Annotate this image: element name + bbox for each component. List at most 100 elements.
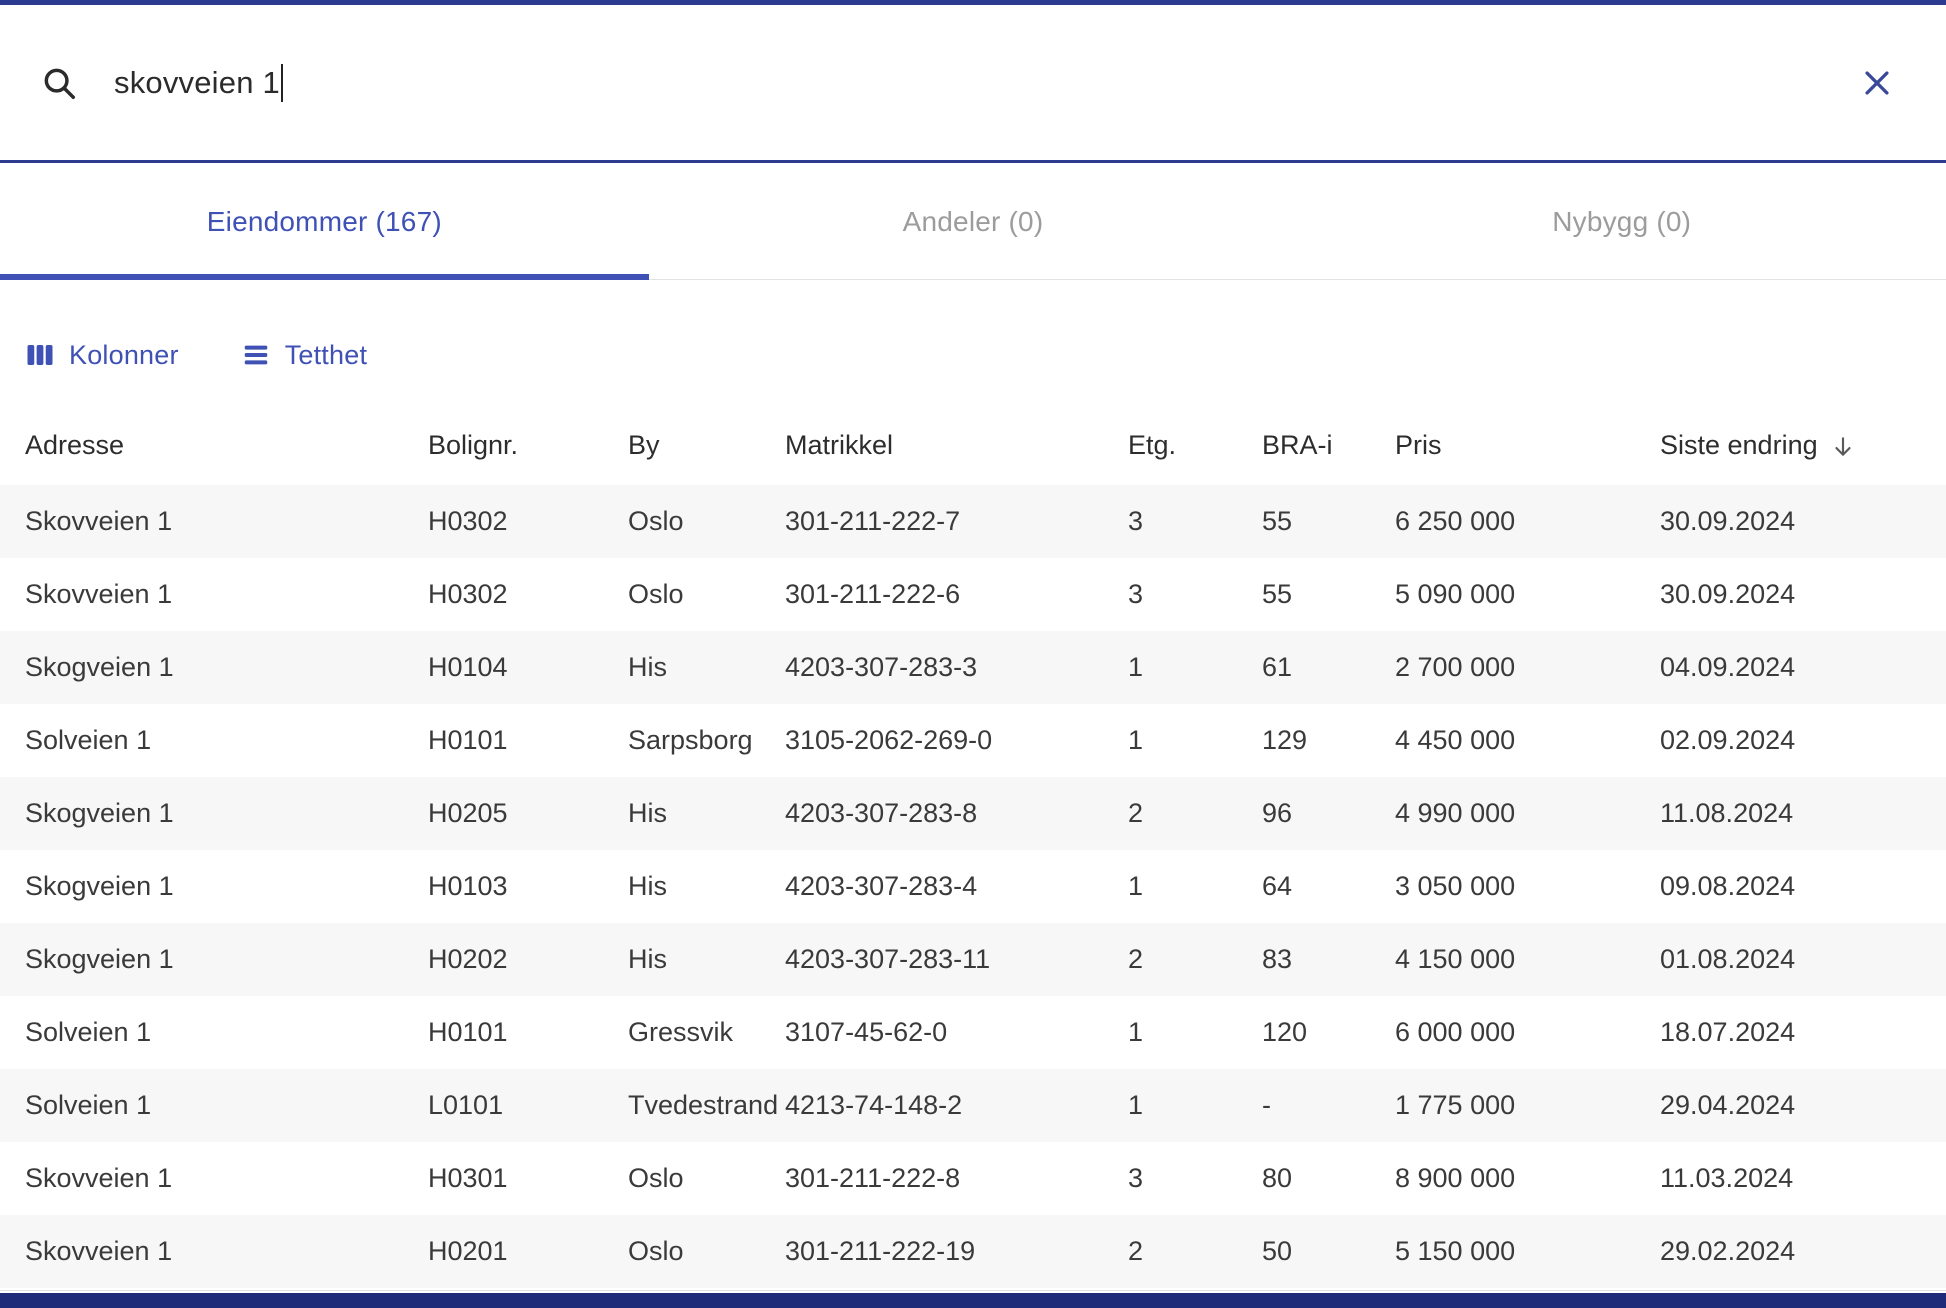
cell-pris: 4 450 000 bbox=[1395, 704, 1660, 777]
cell-siste-endring: 04.09.2024 bbox=[1660, 631, 1946, 704]
search-icon bbox=[40, 64, 78, 102]
sort-desc-icon bbox=[1830, 434, 1856, 460]
cell-siste-endring: 09.08.2024 bbox=[1660, 850, 1946, 923]
cell-adresse: Solveien 1 bbox=[0, 996, 428, 1069]
column-label: By bbox=[628, 430, 660, 461]
cell-bolignr: L0101 bbox=[428, 1069, 628, 1142]
search-input-value: skovveien 1 bbox=[114, 65, 280, 101]
table-row[interactable]: Solveien 1H0101Sarpsborg3105-2062-269-01… bbox=[0, 704, 1946, 777]
cell-by: Sarpsborg bbox=[628, 704, 785, 777]
cell-siste-endring: 29.04.2024 bbox=[1660, 1069, 1946, 1142]
columns-icon bbox=[25, 340, 55, 370]
column-header-matrikkel[interactable]: Matrikkel bbox=[785, 405, 1128, 485]
column-label: Siste endring bbox=[1660, 430, 1818, 461]
cell-pris: 6 250 000 bbox=[1395, 485, 1660, 558]
cell-siste-endring: 11.08.2024 bbox=[1660, 777, 1946, 850]
cell-bra-i: 83 bbox=[1262, 923, 1395, 996]
cell-bra-i: - bbox=[1262, 1069, 1395, 1142]
cell-etg: 1 bbox=[1128, 704, 1262, 777]
density-icon bbox=[241, 340, 271, 370]
cell-bolignr: H0101 bbox=[428, 704, 628, 777]
cell-bolignr: H0302 bbox=[428, 485, 628, 558]
search-input[interactable]: skovveien 1 bbox=[114, 64, 1854, 102]
cell-bolignr: H0301 bbox=[428, 1142, 628, 1215]
table-row[interactable]: Skogveien 1H0103His4203-307-283-41643 05… bbox=[0, 850, 1946, 923]
cell-matrikkel: 3107-45-62-0 bbox=[785, 996, 1128, 1069]
bottom-divider bbox=[0, 1290, 1946, 1291]
cell-adresse: Solveien 1 bbox=[0, 704, 428, 777]
cell-matrikkel: 4203-307-283-8 bbox=[785, 777, 1128, 850]
cell-etg: 3 bbox=[1128, 1142, 1262, 1215]
table-row[interactable]: Skogveien 1H0205His4203-307-283-82964 99… bbox=[0, 777, 1946, 850]
text-cursor bbox=[281, 64, 283, 102]
cell-by: His bbox=[628, 631, 785, 704]
column-header-etg[interactable]: Etg. bbox=[1128, 405, 1262, 485]
column-header-bra-i[interactable]: BRA-i bbox=[1262, 405, 1395, 485]
cell-siste-endring: 18.07.2024 bbox=[1660, 996, 1946, 1069]
cell-adresse: Solveien 1 bbox=[0, 1069, 428, 1142]
cell-etg: 2 bbox=[1128, 923, 1262, 996]
cell-matrikkel: 4203-307-283-4 bbox=[785, 850, 1128, 923]
tab-nybygg[interactable]: Nybygg (0) bbox=[1297, 163, 1946, 280]
cell-siste-endring: 30.09.2024 bbox=[1660, 485, 1946, 558]
cell-bolignr: H0205 bbox=[428, 777, 628, 850]
density-button[interactable]: Tetthet bbox=[241, 340, 367, 371]
cell-by: His bbox=[628, 850, 785, 923]
column-label: Matrikkel bbox=[785, 430, 893, 461]
cell-etg: 2 bbox=[1128, 777, 1262, 850]
column-header-pris[interactable]: Pris bbox=[1395, 405, 1660, 485]
cell-by: Tvedestrand bbox=[628, 1069, 785, 1142]
table-row[interactable]: Skovveien 1H0302Oslo301-211-222-73556 25… bbox=[0, 485, 1946, 558]
tab-eiendommer[interactable]: Eiendommer (167) bbox=[0, 163, 649, 280]
cell-siste-endring: 11.03.2024 bbox=[1660, 1142, 1946, 1215]
bottom-bar bbox=[0, 1293, 1946, 1308]
column-header-bolignr[interactable]: Bolignr. bbox=[428, 405, 628, 485]
clear-search-button[interactable] bbox=[1854, 60, 1900, 106]
table-row[interactable]: Skogveien 1H0104His4203-307-283-31612 70… bbox=[0, 631, 1946, 704]
cell-by: Oslo bbox=[628, 485, 785, 558]
cell-bra-i: 96 bbox=[1262, 777, 1395, 850]
tab-bar: Eiendommer (167) Andeler (0) Nybygg (0) bbox=[0, 163, 1946, 280]
cell-bolignr: H0103 bbox=[428, 850, 628, 923]
columns-button-label: Kolonner bbox=[69, 340, 179, 371]
results-table: AdresseBolignr.ByMatrikkelEtg.BRA-iPrisS… bbox=[0, 405, 1946, 1288]
column-header-adresse[interactable]: Adresse bbox=[0, 405, 428, 485]
table-row[interactable]: Solveien 1L0101Tvedestrand4213-74-148-21… bbox=[0, 1069, 1946, 1142]
cell-siste-endring: 29.02.2024 bbox=[1660, 1215, 1946, 1288]
cell-bra-i: 64 bbox=[1262, 850, 1395, 923]
cell-bolignr: H0104 bbox=[428, 631, 628, 704]
column-label: Bolignr. bbox=[428, 430, 518, 461]
cell-pris: 2 700 000 bbox=[1395, 631, 1660, 704]
cell-matrikkel: 4203-307-283-3 bbox=[785, 631, 1128, 704]
cell-bra-i: 80 bbox=[1262, 1142, 1395, 1215]
cell-adresse: Skogveien 1 bbox=[0, 777, 428, 850]
columns-button[interactable]: Kolonner bbox=[25, 340, 179, 371]
table-row[interactable]: Skovveien 1H0301Oslo301-211-222-83808 90… bbox=[0, 1142, 1946, 1215]
column-header-by[interactable]: By bbox=[628, 405, 785, 485]
cell-pris: 4 150 000 bbox=[1395, 923, 1660, 996]
cell-adresse: Skovveien 1 bbox=[0, 1142, 428, 1215]
cell-etg: 3 bbox=[1128, 558, 1262, 631]
search-bar: skovveien 1 bbox=[0, 5, 1946, 163]
cell-by: Oslo bbox=[628, 1142, 785, 1215]
cell-pris: 3 050 000 bbox=[1395, 850, 1660, 923]
cell-matrikkel: 301-211-222-8 bbox=[785, 1142, 1128, 1215]
tab-andeler[interactable]: Andeler (0) bbox=[649, 163, 1298, 280]
table-row[interactable]: Solveien 1H0101Gressvik3107-45-62-011206… bbox=[0, 996, 1946, 1069]
cell-etg: 1 bbox=[1128, 631, 1262, 704]
cell-matrikkel: 4203-307-283-11 bbox=[785, 923, 1128, 996]
cell-by: His bbox=[628, 923, 785, 996]
cell-adresse: Skogveien 1 bbox=[0, 631, 428, 704]
column-label: Adresse bbox=[25, 430, 124, 461]
column-header-siste-endring[interactable]: Siste endring bbox=[1660, 405, 1946, 485]
table-toolbar: Kolonner Tetthet bbox=[25, 335, 1946, 375]
cell-by: His bbox=[628, 777, 785, 850]
table-row[interactable]: Skovveien 1H0302Oslo301-211-222-63555 09… bbox=[0, 558, 1946, 631]
cell-adresse: Skovveien 1 bbox=[0, 558, 428, 631]
cell-matrikkel: 3105-2062-269-0 bbox=[785, 704, 1128, 777]
table-row[interactable]: Skovveien 1H0201Oslo301-211-222-192505 1… bbox=[0, 1215, 1946, 1288]
cell-bra-i: 55 bbox=[1262, 485, 1395, 558]
table-row[interactable]: Skogveien 1H0202His4203-307-283-112834 1… bbox=[0, 923, 1946, 996]
cell-bra-i: 129 bbox=[1262, 704, 1395, 777]
cell-etg: 3 bbox=[1128, 485, 1262, 558]
